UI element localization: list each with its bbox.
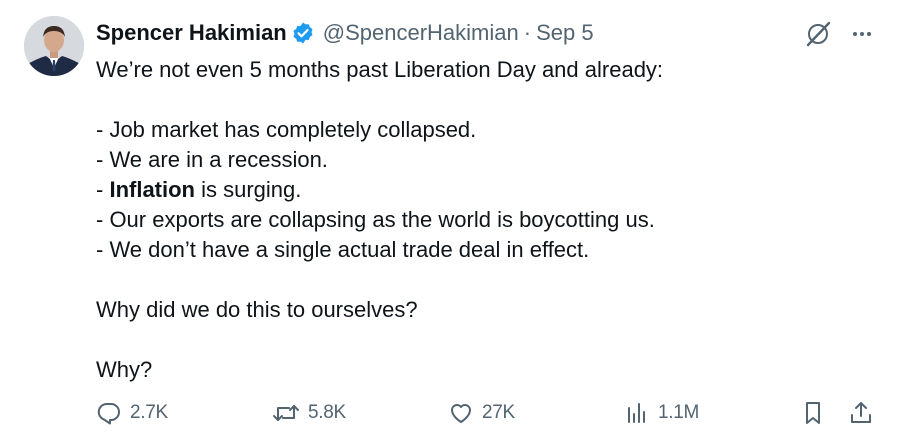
reply-button[interactable]: 2.7K xyxy=(96,396,168,430)
tweet-line: - Job market has completely collapsed. xyxy=(96,117,477,142)
author-name[interactable]: Spencer Hakimian xyxy=(96,20,287,46)
repost-count: 5.8K xyxy=(308,402,346,423)
tweet-top-actions xyxy=(804,20,874,48)
views-button[interactable]: 1.1M xyxy=(624,396,699,430)
reply-count: 2.7K xyxy=(130,402,168,423)
tweet-header: Spencer Hakimian @SpencerHakimian · Sep … xyxy=(96,19,594,47)
like-button[interactable]: 27K xyxy=(448,396,515,430)
tweet-line: Why did we do this to ourselves? xyxy=(96,297,418,322)
bold-term: Inflation xyxy=(109,177,195,202)
views-count: 1.1M xyxy=(658,402,700,423)
views-bar-chart-icon xyxy=(628,403,645,423)
grok-icon[interactable] xyxy=(804,20,832,48)
author-handle[interactable]: @SpencerHakimian xyxy=(323,20,519,46)
more-options-icon[interactable] xyxy=(850,22,874,46)
tweet-line: - We are in a recession. xyxy=(96,147,328,172)
share-icon xyxy=(851,402,871,423)
tweet-line: We’re not even 5 months past Liberation … xyxy=(96,57,664,82)
bookmark-icon xyxy=(806,402,820,424)
tweet-date[interactable]: Sep 5 xyxy=(536,20,594,46)
like-count: 27K xyxy=(482,402,515,423)
tweet-action-bar: 2.7K 5.8K 27K 1.1M xyxy=(96,396,876,430)
avatar[interactable] xyxy=(24,16,84,76)
repost-icon xyxy=(273,405,299,421)
heart-icon xyxy=(451,404,471,423)
tweet-text: We’re not even 5 months past Liberation … xyxy=(96,55,866,385)
repost-button[interactable]: 5.8K xyxy=(272,396,346,430)
reply-icon xyxy=(97,402,120,425)
verified-badge-icon xyxy=(291,21,315,45)
tweet-line: - We don’t have a single actual trade de… xyxy=(96,237,590,262)
tweet-line: - Inflation is surging. xyxy=(96,177,302,202)
tweet-line: Why? xyxy=(96,357,153,382)
tweet-line: - Our exports are collapsing as the worl… xyxy=(96,207,655,232)
share-button[interactable] xyxy=(848,396,882,430)
bookmark-button[interactable] xyxy=(800,396,834,430)
avatar-image xyxy=(24,16,84,76)
separator-dot: · xyxy=(523,20,532,45)
